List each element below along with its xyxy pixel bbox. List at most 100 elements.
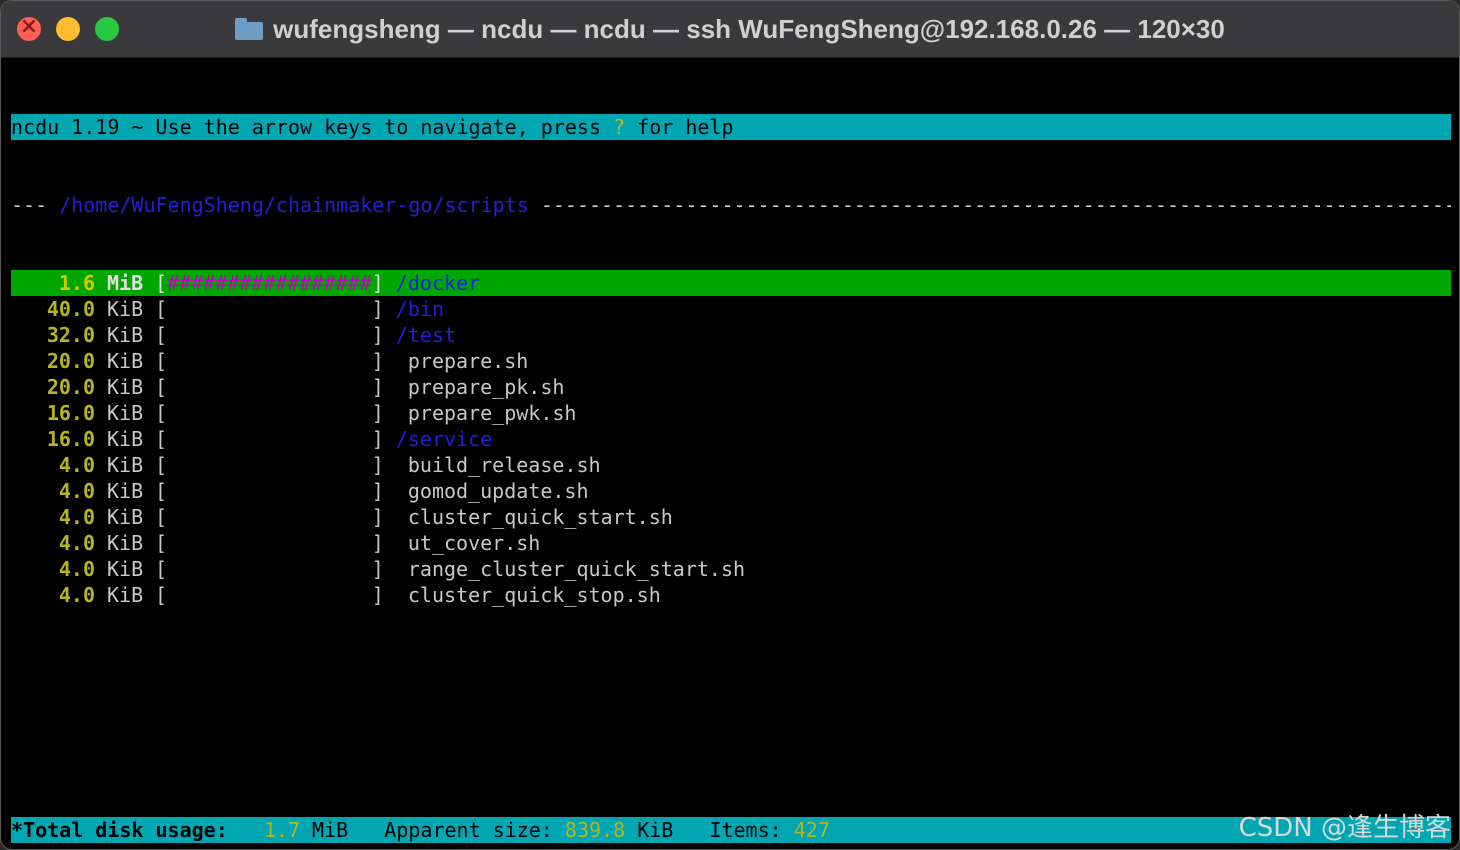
- entry-unit: KiB: [107, 505, 144, 529]
- entry-size: 16.0: [46, 401, 95, 425]
- file-list-row[interactable]: 40.0 KiB [ ] /bin: [11, 296, 1451, 322]
- usage-graph: [167, 348, 372, 374]
- graph-bracket-right: ]: [371, 323, 396, 347]
- items-count: 427: [793, 818, 830, 842]
- usage-graph: [167, 400, 372, 426]
- file-list-row[interactable]: 16.0 KiB [ ] prepare_pwk.sh: [11, 400, 1451, 426]
- entry-size: 1.6: [58, 271, 95, 295]
- window-controls: [17, 14, 119, 41]
- entry-unit: KiB: [107, 375, 144, 399]
- graph-bracket-left: [: [155, 557, 168, 581]
- file-list-row[interactable]: 4.0 KiB [ ] cluster_quick_stop.sh: [11, 582, 1451, 608]
- apparent-size-value: 839.8: [564, 818, 626, 842]
- entry-unit: KiB: [107, 453, 144, 477]
- directory-name: /service: [395, 427, 493, 451]
- file-list-row[interactable]: 4.0 KiB [ ] ut_cover.sh: [11, 530, 1451, 556]
- directory-name: /docker: [395, 271, 481, 295]
- entry-unit: KiB: [107, 323, 144, 347]
- terminal-window: wufengsheng — ncdu — ncdu — ssh WuFengSh…: [0, 0, 1460, 850]
- total-disk-usage-label: *Total disk usage:: [11, 818, 228, 842]
- current-path-line: --- /home/WuFengSheng/chainmaker-go/scri…: [11, 192, 1451, 218]
- terminal-content[interactable]: ncdu 1.19 ~ Use the arrow keys to naviga…: [11, 62, 1451, 660]
- graph-bracket-left: [: [155, 479, 168, 503]
- file-name: ut_cover.sh: [407, 531, 541, 555]
- title-bar[interactable]: wufengsheng — ncdu — ncdu — ssh WuFengSh…: [1, 1, 1459, 58]
- entry-size: 20.0: [46, 375, 95, 399]
- apparent-size-unit: KiB: [637, 818, 674, 842]
- graph-bracket-left: [: [155, 427, 168, 451]
- graph-bracket-right: ]: [371, 505, 396, 529]
- file-name: build_release.sh: [407, 453, 601, 477]
- entry-size: 4.0: [58, 505, 95, 529]
- graph-bracket-right: ]: [371, 401, 396, 425]
- graph-bracket-left: [: [155, 583, 168, 607]
- usage-graph: [167, 426, 372, 452]
- graph-bracket-right: ]: [371, 583, 396, 607]
- entry-unit: KiB: [107, 401, 144, 425]
- file-list-row[interactable]: 20.0 KiB [ ] prepare.sh: [11, 348, 1451, 374]
- graph-bracket-right: ]: [371, 349, 396, 373]
- graph-bracket-left: [: [155, 271, 168, 295]
- minimize-window-button[interactable]: [56, 17, 80, 41]
- entry-size: 4.0: [58, 583, 95, 607]
- directory-name: /bin: [395, 297, 445, 321]
- file-list-row[interactable]: 4.0 KiB [ ] gomod_update.sh: [11, 478, 1451, 504]
- file-list-row[interactable]: 32.0 KiB [ ] /test: [11, 322, 1451, 348]
- file-list-row[interactable]: 4.0 KiB [ ] cluster_quick_start.sh: [11, 504, 1451, 530]
- entry-size: 4.0: [58, 557, 95, 581]
- usage-graph: [167, 530, 372, 556]
- graph-bracket-left: [: [155, 349, 168, 373]
- window-title-text: wufengsheng — ncdu — ncdu — ssh WuFengSh…: [273, 13, 1225, 44]
- graph-bracket-left: [: [155, 297, 168, 321]
- usage-graph: [167, 556, 372, 582]
- ncdu-header-bar: ncdu 1.19 ~ Use the arrow keys to naviga…: [11, 114, 1451, 140]
- path-trail: ----------------------------------------…: [540, 193, 1451, 217]
- graph-bracket-left: [: [155, 401, 168, 425]
- graph-bracket-right: ]: [371, 427, 396, 451]
- file-list-row[interactable]: 4.0 KiB [ ] range_cluster_quick_start.sh: [11, 556, 1451, 582]
- entry-unit: KiB: [107, 557, 144, 581]
- items-label: Items:: [709, 818, 782, 842]
- csdn-watermark: CSDN @逢生博客: [1238, 813, 1451, 843]
- entry-size: 40.0: [46, 297, 95, 321]
- file-name: prepare_pk.sh: [407, 375, 565, 399]
- graph-bracket-right: ]: [371, 557, 396, 581]
- graph-bracket-right: ]: [371, 375, 396, 399]
- folder-icon: [235, 18, 264, 40]
- entry-size: 4.0: [58, 453, 95, 477]
- file-name: cluster_quick_start.sh: [407, 505, 673, 529]
- usage-graph: [167, 504, 372, 530]
- file-list-row-selected[interactable]: 1.6 MiB [#################] /docker: [11, 270, 1451, 296]
- file-list-row[interactable]: 16.0 KiB [ ] /service: [11, 426, 1451, 452]
- file-list-row[interactable]: 4.0 KiB [ ] build_release.sh: [11, 452, 1451, 478]
- entry-unit: KiB: [107, 583, 144, 607]
- entry-unit: KiB: [107, 349, 144, 373]
- usage-graph: [167, 452, 372, 478]
- current-path: /home/WuFengSheng/chainmaker-go/scripts: [59, 193, 529, 217]
- total-disk-usage-unit: MiB: [312, 818, 349, 842]
- file-name: range_cluster_quick_start.sh: [407, 557, 746, 581]
- graph-bracket-right: ]: [371, 479, 396, 503]
- maximize-window-button[interactable]: [95, 17, 119, 41]
- graph-bracket-right: ]: [371, 453, 396, 477]
- graph-bracket-left: [: [155, 375, 168, 399]
- entry-unit: KiB: [107, 297, 144, 321]
- usage-graph: [167, 374, 372, 400]
- header-text: ncdu 1.19 ~ Use the arrow keys to naviga…: [11, 115, 614, 139]
- graph-bracket-left: [: [155, 453, 168, 477]
- close-window-button[interactable]: [17, 14, 41, 41]
- graph-bracket-right: ]: [371, 531, 396, 555]
- window-title: wufengsheng — ncdu — ncdu — ssh WuFengSh…: [235, 14, 1225, 45]
- graph-bracket-right: ]: [371, 271, 396, 295]
- entry-size: 32.0: [46, 323, 95, 347]
- file-name: prepare_pwk.sh: [407, 401, 577, 425]
- entry-size: 4.0: [58, 479, 95, 503]
- status-bar: *Total disk usage: 1.7 MiB Apparent size…: [11, 817, 1451, 843]
- file-name: prepare.sh: [407, 349, 529, 373]
- entry-unit: MiB: [107, 271, 144, 295]
- file-name: cluster_quick_stop.sh: [407, 583, 661, 607]
- usage-graph: [167, 582, 372, 608]
- entry-unit: KiB: [107, 531, 144, 555]
- entry-unit: KiB: [107, 479, 144, 503]
- file-list-row[interactable]: 20.0 KiB [ ] prepare_pk.sh: [11, 374, 1451, 400]
